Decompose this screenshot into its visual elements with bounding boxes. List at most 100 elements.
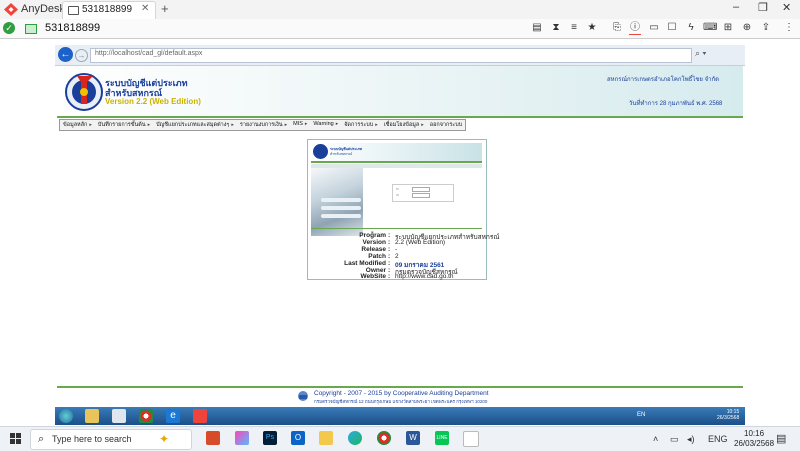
database-icon[interactable]: ≡ (568, 22, 580, 34)
menu-item-label: MIS (293, 121, 303, 127)
remote-taskbar: e EN 10:15 26/3/2568 (55, 407, 745, 425)
search-icon[interactable]: ⌕ ▾ (695, 48, 706, 59)
remote-clock[interactable]: 10:15 26/3/2568 (717, 409, 739, 421)
edge-icon[interactable] (348, 431, 362, 445)
file-explorer-icon[interactable] (319, 431, 333, 445)
info-icon[interactable]: ⓘ (629, 22, 641, 35)
website-link[interactable]: http://www.cad.go.th (395, 273, 454, 280)
menu-item-warning[interactable]: Warning ▸ (310, 120, 341, 130)
arrow-right-icon: ▸ (89, 122, 92, 128)
url-field[interactable]: http://localhost/cad_gl/default.aspx (90, 48, 692, 63)
taskbar-time: 10:16 (744, 429, 765, 438)
taskbar-date: 26/03/2568 (734, 439, 775, 448)
url-text: http://localhost/cad_gl/default.aspx (95, 50, 203, 57)
info-colon: : (388, 273, 391, 280)
remote-media-icon[interactable] (112, 409, 126, 423)
business-date: วันที่ทำการ 28 กุมภาพันธ์ พ.ศ. 2568 (629, 101, 723, 107)
line-icon[interactable]: LINE (435, 431, 449, 445)
share-icon[interactable]: ⇪ (760, 22, 772, 34)
info-colon: : (388, 260, 391, 267)
taskbar-clock[interactable]: 10:16 26/03/2568 (734, 429, 774, 449)
forward-icon[interactable]: → (75, 49, 88, 62)
hourglass-icon[interactable]: ⧗ (550, 22, 562, 34)
remote-start-icon[interactable] (59, 409, 73, 423)
chrome-icon[interactable] (377, 431, 391, 445)
copilot-icon[interactable] (235, 431, 249, 445)
remote-ie-icon[interactable]: e (166, 409, 180, 423)
session-tab[interactable]: 531818899 ✕ (62, 1, 156, 19)
more-menu-icon[interactable]: ⋮ (783, 22, 795, 34)
chevron-up-icon[interactable]: ˄ (653, 434, 658, 444)
notification-icon[interactable]: ▤ (776, 432, 786, 445)
address-text[interactable]: 531818899 (45, 22, 100, 34)
info-key: Version (362, 239, 386, 246)
app-header: ระบบบัญชีแต่ประเภท สำหรับสหกรณ์ Version … (57, 66, 743, 118)
remote-anydesk-icon[interactable] (193, 409, 207, 423)
word-icon[interactable]: W (406, 431, 420, 445)
arrow-right-icon: ▸ (304, 121, 308, 127)
taskbar-lang[interactable]: ENG (708, 434, 728, 444)
remote-monitor-icon[interactable] (25, 24, 37, 34)
copilot-sparkle-icon: ✦ (159, 432, 170, 446)
windows-taskbar: ⌕ Type here to search ✦ Ps O W LINE ˄ ▭ … (0, 426, 800, 451)
lightning-icon[interactable]: ϟ (685, 22, 697, 34)
menu-item-label: รายงานงบการเงิน (239, 122, 283, 128)
info-colon: : (388, 232, 391, 239)
footer-address: กรมตรวจบัญชีสหกรณ์ 12 ถนนกรุงเกษม แขวงวั… (314, 399, 488, 404)
close-tab-icon[interactable]: ✕ (141, 3, 149, 14)
browser-navbar: ← → http://localhost/cad_gl/default.aspx… (55, 45, 745, 66)
remote-date: 26/3/2568 (717, 415, 740, 421)
new-tab-icon[interactable]: + (161, 1, 169, 16)
login-form-thumbnail: ▭ ▭ (392, 184, 454, 202)
screen-split-icon[interactable]: ⊞ (722, 22, 734, 34)
plus-box-icon[interactable]: ⊕ (741, 22, 753, 34)
main-menu: ข้อมูลหลัก ▸ บันทึกรายการขั้นต้น ▸ บัญชีแย… (59, 119, 467, 131)
display-icon[interactable]: ▭ (648, 22, 660, 34)
menu-item-initial-entry[interactable]: บันทึกรายการขั้นต้น ▸ (95, 120, 153, 130)
menu-item-master-data[interactable]: ข้อมูลหลัก ▸ (60, 120, 95, 130)
remote-lang[interactable]: EN (637, 412, 645, 418)
menu-item-data-link[interactable]: เชื่อมโยงข้อมูล ▸ (381, 120, 427, 130)
search-icon: ⌕ (38, 433, 45, 445)
chat-icon[interactable]: ▤ (531, 22, 543, 34)
maximize-icon[interactable]: ❐ (758, 1, 768, 14)
connection-ok-icon: ✓ (3, 22, 15, 34)
menu-item-ledger[interactable]: บัญชีแยกประเภทและสมุดต่างๆ ▸ (153, 120, 237, 130)
arrow-right-icon: ▸ (147, 122, 151, 128)
mini-logo-icon (313, 144, 328, 159)
photoshop-icon[interactable]: Ps (263, 431, 277, 445)
info-value: - (395, 246, 398, 253)
search-placeholder: Type here to search (52, 434, 132, 444)
star-icon[interactable]: ★ (586, 22, 598, 34)
anydesk-app-name: AnyDesk (21, 3, 66, 15)
username-field-thumb (412, 187, 430, 192)
menu-item-logout[interactable]: ออกจากระบบ (427, 120, 465, 130)
app-version: Version 2.2 (Web Edition) (105, 97, 201, 106)
store-icon[interactable] (206, 431, 220, 445)
close-window-icon[interactable]: ✕ (782, 1, 791, 14)
keyboard-icon[interactable]: ⌨ (703, 22, 717, 34)
notepad-icon[interactable] (463, 431, 479, 447)
info-colon: : (388, 253, 391, 260)
password-label-icon: ▭ (396, 193, 399, 197)
program-info-panel: ระบบบัญชีแต่ประเภท สำหรับสหกรณ์ ▭ ▭ ◉ Pr… (307, 139, 499, 280)
menu-item-financial-reports[interactable]: รายงานงบการเงิน ▸ (237, 120, 290, 130)
windows-start-icon[interactable] (10, 433, 22, 445)
info-value: 2 (395, 253, 399, 260)
menu-item-label: บันทึกรายการขั้นต้น (97, 122, 146, 128)
taskbar-search[interactable]: ⌕ Type here to search ✦ (30, 429, 192, 450)
menu-item-mis[interactable]: MIS ▸ (290, 120, 310, 130)
file-transfer-icon[interactable]: ⎘ (611, 22, 623, 34)
outlook-icon[interactable]: O (291, 431, 305, 445)
info-value: 2.2 (Web Edition) (395, 239, 446, 246)
remote-explorer-icon[interactable] (85, 409, 99, 423)
volume-icon[interactable]: ◂) (687, 434, 695, 445)
back-icon[interactable]: ← (58, 47, 73, 62)
info-colon: : (388, 246, 391, 253)
minimize-icon[interactable]: – (733, 1, 739, 13)
network-icon[interactable]: ▭ (670, 434, 679, 445)
menu-item-system-admin[interactable]: จัดการระบบ ▸ (341, 120, 381, 130)
remote-chrome-icon[interactable] (139, 409, 153, 423)
arrow-right-icon: ▸ (375, 122, 378, 128)
chat-bubble-icon[interactable]: ☐ (666, 22, 678, 34)
